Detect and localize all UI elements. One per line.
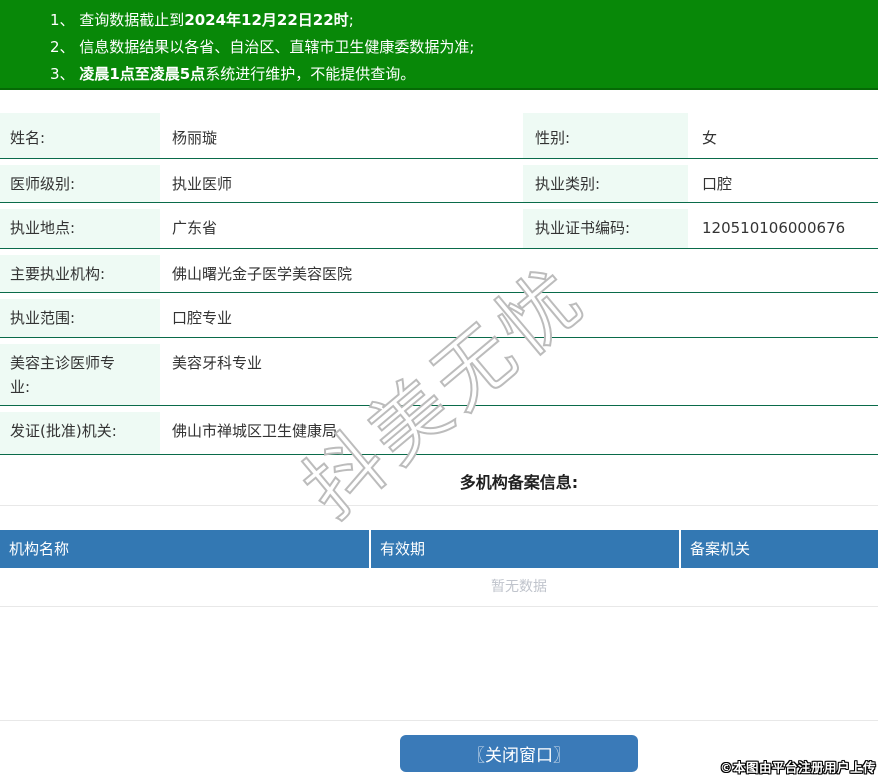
field-value-doctor-level: 执业医师: [172, 175, 233, 193]
notice-text: 1、 查询数据截止到: [50, 11, 185, 29]
field-label-cosmetic-specialty: 美容主诊医师专业:: [0, 338, 160, 405]
notice-bold-text: 2024年12月22日22时: [184, 11, 349, 29]
field-value-name: 杨丽璇: [172, 129, 218, 147]
table-row-cosmetic-specialty: 美容主诊医师专业: 美容牙科专业: [0, 338, 878, 406]
column-header-record-authority: 备案机关: [681, 530, 878, 568]
whitespace-spacer: [0, 607, 878, 720]
table-row-level-category: 医师级别: 执业医师 执业类别: 口腔: [0, 159, 878, 203]
field-label-name: 姓名:: [0, 113, 160, 158]
table-row-practice-scope: 执业范围: 口腔专业: [0, 293, 878, 338]
registry-empty-text: 暂无数据: [491, 579, 547, 595]
close-window-button[interactable]: 〖关闭窗口〗: [400, 735, 638, 772]
table-row-issuing-authority: 发证(批准)机关: 佛山市禅城区卫生健康局: [0, 406, 878, 455]
field-value-main-institution: 佛山曙光金子医学美容医院: [172, 265, 353, 283]
field-label-main-institution: 主要执业机构:: [0, 249, 160, 292]
table-row-name-gender: 姓名: 杨丽璇 性别: 女: [0, 113, 878, 159]
field-label-doctor-level: 医师级别:: [0, 159, 160, 202]
notice-text: ;: [348, 11, 354, 29]
platform-upload-stamp: ©本图由平台注册用户上传: [719, 760, 876, 775]
section-divider: [0, 505, 878, 506]
notice-banner: 1、 查询数据截止到2024年12月22日22时; 2、 信息数据结果以各省、自…: [0, 0, 878, 90]
field-value-practice-scope: 口腔专业: [172, 309, 233, 327]
field-value-practice-category: 口腔: [702, 175, 733, 193]
column-gap: [480, 113, 523, 158]
notice-text: 系统进行维护，不能提供查询。: [205, 65, 416, 83]
doctor-info-table: 姓名: 杨丽璇 性别: 女 医师级别: 执业医师 执业类别: 口腔 执业地点: …: [0, 113, 878, 455]
field-value-cosmetic-specialty: 美容牙科专业: [172, 354, 263, 372]
field-label-practice-category: 执业类别:: [523, 159, 688, 202]
field-value-issuing-authority: 佛山市禅城区卫生健康局: [172, 422, 338, 440]
footer-divider: [0, 720, 878, 721]
field-value-practice-location: 广东省: [172, 219, 218, 237]
field-label-issuing-authority: 发证(批准)机关:: [0, 406, 160, 454]
notice-text: 3、: [50, 65, 80, 83]
notice-text: 2、 信息数据结果以各省、自治区、直辖市卫生健康委数据为准;: [50, 38, 475, 56]
notice-line-1: 1、 查询数据截止到2024年12月22日22时;: [50, 7, 868, 34]
multi-institution-section-title: 多机构备案信息:: [459, 473, 579, 492]
table-row-main-institution: 主要执业机构: 佛山曙光金子医学美容医院: [0, 249, 878, 293]
field-label-gender: 性别:: [523, 113, 688, 158]
table-row-location-certno: 执业地点: 广东省 执业证书编码: 120510106000676: [0, 203, 878, 249]
registry-table-header: 机构名称 有效期 备案机关: [0, 530, 878, 568]
field-label-certificate-number: 执业证书编码:: [523, 203, 688, 248]
column-header-institution-name: 机构名称: [0, 530, 369, 568]
field-label-practice-location: 执业地点:: [0, 203, 160, 248]
notice-bold-text: 凌晨1点至凌晨5点: [79, 65, 206, 83]
notice-line-2: 2、 信息数据结果以各省、自治区、直辖市卫生健康委数据为准;: [50, 34, 868, 61]
field-label-practice-scope: 执业范围:: [0, 293, 160, 337]
notice-line-3: 3、 凌晨1点至凌晨5点系统进行维护，不能提供查询。: [50, 61, 868, 88]
column-gap: [480, 159, 523, 202]
field-value-certificate-number: 120510106000676: [702, 219, 846, 237]
column-header-validity-period: 有效期: [371, 530, 679, 568]
column-gap: [480, 203, 523, 248]
field-value-gender: 女: [702, 129, 718, 147]
